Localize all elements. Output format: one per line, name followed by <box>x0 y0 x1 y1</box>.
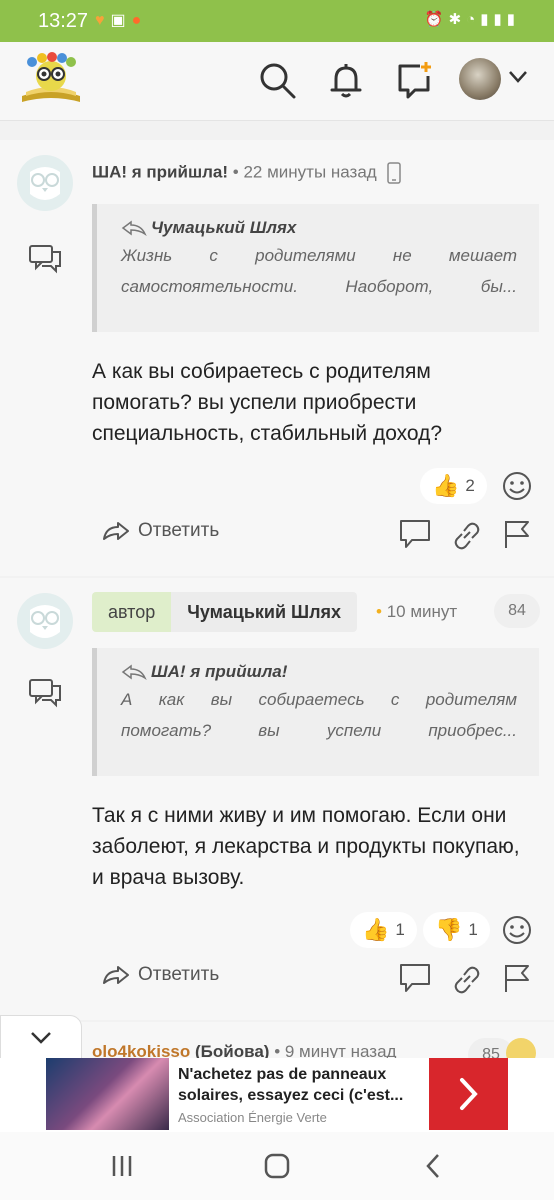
add-reaction-icon[interactable] <box>501 470 533 502</box>
report-flag-icon[interactable] <box>500 962 534 994</box>
back-icon[interactable] <box>424 1153 442 1179</box>
new-post-icon[interactable] <box>394 60 434 100</box>
thumbs-down-icon: 👎 <box>435 917 463 942</box>
comment-time: 22 минуты назад <box>243 162 377 182</box>
reply-arrow-icon <box>121 220 147 236</box>
collapse-ad-button[interactable] <box>0 1015 82 1059</box>
comment-icon[interactable] <box>398 962 432 994</box>
quote-text-line: А как вы собираетесь с родителям <box>121 690 517 709</box>
chevron-down-icon <box>31 1032 51 1044</box>
comment-meta: • 10 минут <box>376 602 474 622</box>
quote-block[interactable]: ША! я прийшла! А как вы собираетесь с ро… <box>92 648 539 776</box>
like-button[interactable]: 👍 2 <box>420 468 487 504</box>
reply-button[interactable]: Ответить <box>102 520 219 542</box>
reply-icon <box>103 966 129 984</box>
app-icon: ● <box>131 12 148 29</box>
comment-card: olo4kokisso (Бойова) • 9 минут назад 85 <box>0 1022 554 1058</box>
like-button[interactable]: 👍 1 <box>350 912 417 948</box>
comment-text: Так я с ними живу и им помогаю. Если они… <box>92 804 520 889</box>
close-badge-icon[interactable] <box>506 1038 536 1058</box>
ad-cta-button[interactable] <box>429 1058 508 1130</box>
comment-meta: ША! я прийшла! • 22 минуты назад <box>92 162 402 184</box>
like-count: 2 <box>465 476 475 495</box>
comment-author-suffix: (Бойова) <box>195 1042 270 1058</box>
quote-author-row: Чумацький Шлях <box>121 218 517 238</box>
comment-author[interactable]: olo4kokisso <box>92 1042 190 1058</box>
search-icon[interactable] <box>257 60 297 100</box>
comments-icon <box>29 679 61 708</box>
owl-avatar-icon[interactable] <box>16 592 74 650</box>
home-icon[interactable] <box>264 1153 290 1179</box>
like-count: 1 <box>395 920 405 939</box>
bluetooth-icon: ✱ <box>448 11 467 28</box>
author-badge: автор <box>92 592 172 632</box>
comment-icon[interactable] <box>398 518 432 550</box>
reply-label: Ответить <box>138 964 220 985</box>
notification-icons: ♥▣● <box>95 10 147 30</box>
link-icon[interactable] <box>450 520 484 552</box>
dislike-button[interactable]: 👎 1 <box>423 912 490 948</box>
reply-icon <box>103 522 129 540</box>
comment-time: 10 минут <box>386 602 458 621</box>
alarm-icon: ⏰ <box>424 11 449 28</box>
comment-text: А как вы собираетесь с родителям помогат… <box>92 360 443 445</box>
reply-button[interactable]: Ответить <box>102 964 219 986</box>
ad-image[interactable] <box>46 1058 169 1130</box>
quote-text-line: помогать? вы успели приобрес... <box>121 721 517 740</box>
meta-separator: • <box>274 1042 285 1058</box>
comments-icon <box>29 245 61 274</box>
quote-author: Чумацький Шлях <box>151 218 297 237</box>
quote-text-line: Жизнь с родителями не мешает <box>121 246 517 265</box>
reply-label: Ответить <box>138 520 220 541</box>
android-nav-bar <box>0 1132 554 1200</box>
comment-card: автор Чумацький Шлях • 10 минут 84 ША! я… <box>0 578 554 1020</box>
chevron-right-icon <box>460 1078 478 1110</box>
dislike-count: 1 <box>468 920 478 939</box>
add-reaction-icon[interactable] <box>501 914 533 946</box>
thumbs-up-icon: 👍 <box>362 917 390 942</box>
system-icons: ⏰✱◔▮▮▮ <box>425 10 520 28</box>
ad-title-line: N'achetez pas de panneaux <box>178 1066 387 1083</box>
meta-separator: • <box>232 162 244 182</box>
heart-icon: ♥ <box>95 12 111 29</box>
site-logo[interactable] <box>18 52 84 108</box>
quote-author-row: ША! я прийшла! <box>121 662 517 682</box>
status-bar: 13:27 ♥▣● ⏰✱◔▮▮▮ <box>0 0 554 42</box>
comment-card: ША! я прийшла! • 22 минуты назад Чумацьк… <box>0 140 554 576</box>
thumbs-up-icon: 👍 <box>432 473 460 498</box>
ad-title[interactable]: N'achetez pas de panneaux solaires, essa… <box>178 1064 418 1106</box>
meta-separator: • <box>376 602 387 621</box>
status-time: 13:27 <box>38 10 89 32</box>
ad-banner[interactable]: N'achetez pas de panneaux solaires, essa… <box>0 1058 554 1132</box>
link-icon[interactable] <box>450 964 484 996</box>
quote-author: ША! я прийшла! <box>151 662 288 681</box>
ad-title-line: solaires, essayez ceci (c'est... <box>178 1087 404 1104</box>
author-tag[interactable]: автор Чумацький Шлях <box>92 592 358 632</box>
bell-icon[interactable] <box>326 60 366 100</box>
mobile-device-icon <box>387 162 402 184</box>
comment-author: Чумацький Шлях <box>171 592 358 632</box>
owl-avatar-icon[interactable] <box>16 154 74 212</box>
recent-apps-icon[interactable] <box>110 1154 134 1178</box>
comment-number: 84 <box>494 594 540 628</box>
quote-block[interactable]: Чумацький Шлях Жизнь с родителями не меш… <box>92 204 539 332</box>
chevron-down-icon[interactable] <box>508 70 528 84</box>
app-header <box>0 42 554 121</box>
user-avatar[interactable] <box>459 58 501 100</box>
report-flag-icon[interactable] <box>500 518 534 550</box>
comment-meta: olo4kokisso (Бойова) • 9 минут назад <box>92 1042 396 1058</box>
comment-author[interactable]: ША! я прийшла! <box>92 162 228 181</box>
image-icon: ▣ <box>110 12 132 29</box>
signal-icon: ▮▮ <box>480 11 507 28</box>
comment-time: 9 минут назад <box>284 1042 397 1058</box>
battery-icon: ▮ <box>506 11 520 28</box>
reply-arrow-icon <box>121 664 147 680</box>
wifi-icon: ◔ <box>466 11 481 28</box>
quote-text-line: самостоятельности. Наоборот, бы... <box>121 277 517 296</box>
ad-source: Association Énergie Verte <box>178 1110 327 1125</box>
